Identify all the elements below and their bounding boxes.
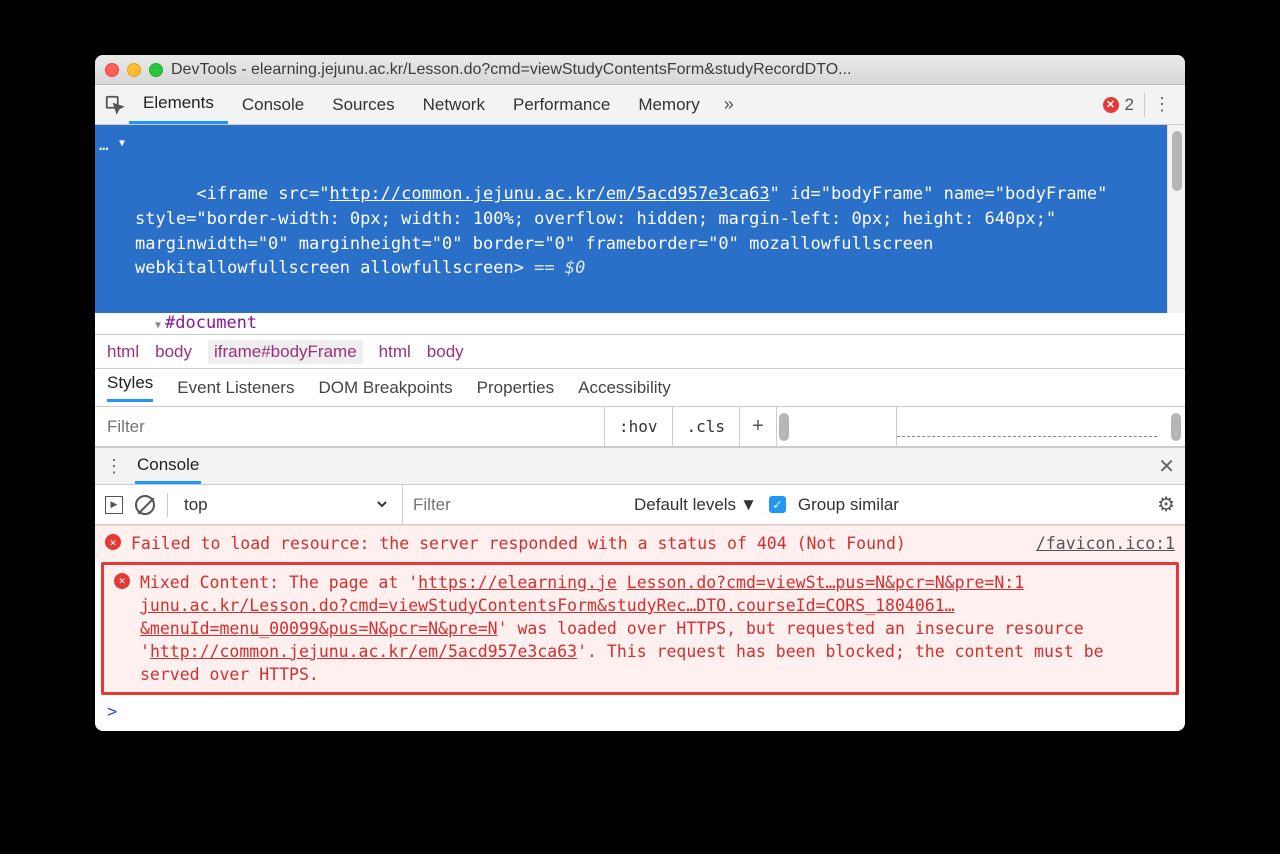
settings-kebab-icon[interactable]: ⋮ bbox=[1145, 94, 1179, 115]
clear-console-icon[interactable] bbox=[135, 495, 155, 515]
styles-filter-input[interactable] bbox=[95, 407, 605, 446]
subtab-dom-breakpoints[interactable]: DOM Breakpoints bbox=[318, 378, 452, 398]
tab-performance[interactable]: Performance bbox=[499, 85, 624, 124]
console-settings-icon[interactable]: ⚙ bbox=[1157, 492, 1175, 517]
crumb-html-inner[interactable]: html bbox=[379, 342, 411, 362]
console-error-row[interactable]: ✕ Mixed Content: The page at 'https://el… bbox=[101, 562, 1179, 695]
styles-tab-strip: Styles Event Listeners DOM Breakpoints P… bbox=[95, 369, 1185, 407]
tab-memory[interactable]: Memory bbox=[624, 85, 713, 124]
dom-breadcrumb: html body iframe#bodyFrame html body bbox=[95, 335, 1185, 369]
traffic-lights bbox=[105, 63, 163, 77]
error-icon: ✕ bbox=[114, 573, 130, 589]
group-similar-checkbox[interactable]: ✓ bbox=[769, 496, 786, 513]
subtab-styles[interactable]: Styles bbox=[107, 373, 153, 402]
error-count: 2 bbox=[1125, 95, 1134, 115]
new-style-rule-button[interactable]: + bbox=[740, 407, 777, 446]
console-toolbar: ▶ top Default levels ▼ ✓ Group similar ⚙ bbox=[95, 485, 1185, 525]
drawer-tab-console[interactable]: Console bbox=[135, 449, 201, 484]
log-levels-dropdown[interactable]: Default levels ▼ bbox=[634, 495, 757, 515]
dom-tree[interactable]: … ▼<iframe src="http://common.jejunu.ac.… bbox=[95, 125, 1185, 313]
tab-network[interactable]: Network bbox=[409, 85, 499, 124]
close-drawer-button[interactable]: ✕ bbox=[1158, 454, 1175, 479]
tab-sources[interactable]: Sources bbox=[318, 85, 408, 124]
devtools-window: DevTools - elearning.jejunu.ac.kr/Lesson… bbox=[95, 55, 1185, 731]
expand-toggle-icon[interactable]: ▼ bbox=[155, 320, 161, 331]
error-count-badge[interactable]: ✕ 2 bbox=[1093, 95, 1144, 115]
group-similar-label: Group similar bbox=[798, 495, 899, 515]
dom-child-node[interactable]: ▼#document bbox=[95, 313, 1185, 335]
styles-left-scrollbar[interactable] bbox=[777, 407, 897, 446]
crumb-html[interactable]: html bbox=[107, 342, 139, 362]
dom-scrollbar[interactable] bbox=[1167, 125, 1185, 313]
titlebar: DevTools - elearning.jejunu.ac.kr/Lesson… bbox=[95, 55, 1185, 85]
error-icon: ✕ bbox=[1103, 97, 1119, 113]
window-title: DevTools - elearning.jejunu.ac.kr/Lesson… bbox=[171, 61, 1175, 79]
subtab-accessibility[interactable]: Accessibility bbox=[578, 378, 671, 398]
context-selector[interactable]: top bbox=[180, 494, 390, 515]
crumb-iframe-selected[interactable]: iframe#bodyFrame bbox=[208, 340, 363, 364]
crumb-body[interactable]: body bbox=[155, 342, 192, 362]
toggle-hov-button[interactable]: :hov bbox=[605, 407, 673, 446]
subtab-properties[interactable]: Properties bbox=[477, 378, 554, 398]
error-text: Mixed Content: The page at 'https://elea… bbox=[140, 571, 1166, 686]
iframe-src-url[interactable]: http://common.jejunu.ac.kr/em/5acd957e3c… bbox=[329, 184, 769, 204]
error-icon: ✕ bbox=[105, 534, 121, 550]
tab-elements[interactable]: Elements bbox=[129, 85, 228, 124]
drawer-menu-icon[interactable]: ⋮ bbox=[105, 456, 123, 477]
execution-context-icon[interactable]: ▶ bbox=[105, 496, 123, 514]
expand-toggle-icon[interactable]: ▼ bbox=[119, 137, 125, 152]
selected-dom-node[interactable]: … ▼<iframe src="http://common.jejunu.ac.… bbox=[95, 125, 1167, 313]
console-drawer-header: ⋮ Console ✕ bbox=[95, 447, 1185, 485]
inspect-element-icon[interactable] bbox=[101, 91, 129, 119]
close-window-button[interactable] bbox=[105, 63, 119, 77]
toggle-cls-button[interactable]: .cls bbox=[673, 407, 741, 446]
crumb-body-inner[interactable]: body bbox=[427, 342, 464, 362]
zoom-window-button[interactable] bbox=[149, 63, 163, 77]
styles-filter-row: :hov .cls + bbox=[95, 407, 1185, 447]
tabs-overflow-icon[interactable]: » bbox=[714, 94, 744, 115]
styles-right-scrollbar[interactable] bbox=[1167, 407, 1185, 446]
main-tab-strip: Elements Console Sources Network Perform… bbox=[95, 85, 1185, 125]
chevron-down-icon: ▼ bbox=[740, 495, 757, 515]
console-output: ✕ Failed to load resource: the server re… bbox=[95, 525, 1185, 730]
error-text: Failed to load resource: the server resp… bbox=[131, 532, 1022, 555]
console-filter-input[interactable] bbox=[402, 485, 622, 524]
tab-console[interactable]: Console bbox=[228, 85, 318, 124]
console-error-row[interactable]: ✕ Failed to load resource: the server re… bbox=[95, 525, 1185, 561]
ellipsis-icon: … bbox=[99, 133, 109, 156]
subtab-event-listeners[interactable]: Event Listeners bbox=[177, 378, 294, 398]
error-source-link[interactable]: /favicon.ico:1 bbox=[1036, 532, 1175, 555]
minimize-window-button[interactable] bbox=[127, 63, 141, 77]
console-prompt[interactable]: > bbox=[95, 695, 1185, 731]
computed-preview bbox=[897, 407, 1167, 446]
